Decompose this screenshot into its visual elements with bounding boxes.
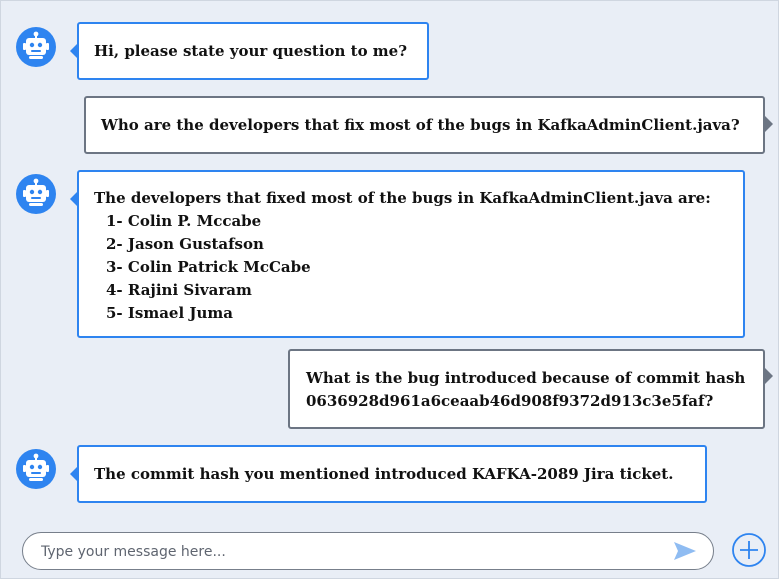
list-item: 3- Colin Patrick McCabe (106, 258, 311, 276)
bubble-tail (765, 116, 773, 132)
bot-avatar-robot-icon (16, 449, 56, 489)
bubble-tail (70, 191, 78, 207)
bot-message-bubble: Hi, please state your question to me? (70, 22, 429, 80)
message-text: Who are the developers that fix most of … (101, 116, 740, 134)
message-text: The developers that fixed most of the bu… (94, 189, 711, 207)
user-message-bubble: Who are the developers that fix most of … (84, 96, 773, 154)
bubble-tail (70, 43, 78, 59)
list-item: 1- Colin P. Mccabe (106, 212, 262, 230)
message-text-line: What is the bug introduced because of co… (306, 369, 746, 387)
message-text: The commit hash you mentioned introduced… (94, 465, 674, 483)
message-text: Hi, please state your question to me? (94, 42, 408, 60)
robot-icon (23, 31, 49, 59)
message-composer (22, 532, 714, 570)
send-arrow-icon (674, 542, 696, 560)
bubble-tail (70, 466, 78, 482)
robot-icon (23, 178, 49, 206)
list-item: 5- Ismael Juma (106, 304, 233, 322)
developer-list: 1- Colin P. Mccabe 2- Jason Gustafson 3-… (94, 210, 711, 325)
message-input[interactable] (39, 541, 663, 563)
plus-circle-icon (732, 533, 766, 567)
bot-avatar-robot-icon (16, 174, 56, 214)
list-item: 2- Jason Gustafson (106, 235, 264, 253)
chat-window: Hi, please state your question to me? Wh… (0, 0, 779, 579)
bot-message-bubble: The developers that fixed most of the bu… (70, 170, 745, 338)
send-button[interactable] (673, 541, 697, 561)
user-message-bubble: What is the bug introduced because of co… (288, 349, 773, 429)
add-button[interactable] (731, 532, 767, 568)
bubble-tail (765, 368, 773, 384)
robot-icon (23, 453, 49, 481)
list-item: 4- Rajini Sivaram (106, 281, 252, 299)
bot-avatar-robot-icon (16, 27, 56, 67)
bot-message-bubble: The commit hash you mentioned introduced… (70, 445, 707, 503)
message-text-line: 0636928d961a6ceaab46d908f9372d913c3e5faf… (306, 392, 714, 410)
